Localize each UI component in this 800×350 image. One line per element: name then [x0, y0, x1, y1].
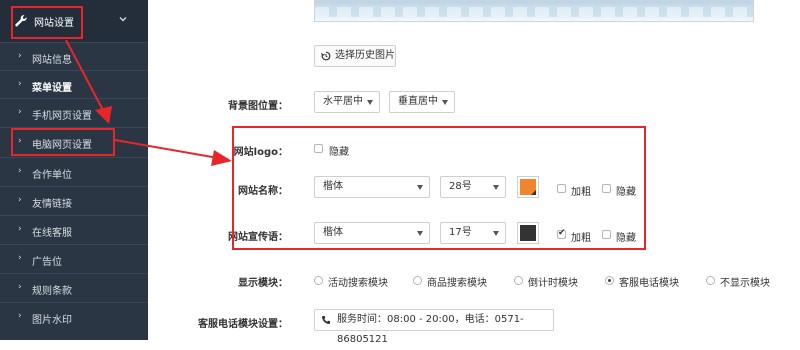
phone-icon: [322, 316, 330, 324]
logo-hide-label: 隐藏: [329, 147, 349, 158]
sidebar-item-terms[interactable]: › 规则条款: [0, 273, 148, 301]
bg-position-label: 背景图位置：: [228, 101, 288, 112]
module-radio-none[interactable]: [706, 276, 715, 285]
site-name-font-value: 楷体: [323, 181, 343, 192]
sidebar-item-partners[interactable]: › 合作单位: [0, 157, 148, 185]
site-name-color-picker[interactable]: [517, 176, 539, 198]
chevron-right-icon: ›: [18, 195, 22, 205]
sidebar-item-label: 友情链接: [32, 199, 72, 210]
sidebar-item-label: 规则条款: [32, 286, 72, 297]
site-slogan-label: 网站宣传语：: [228, 232, 288, 243]
chevron-right-icon: ›: [18, 224, 22, 234]
sidebar-item-label: 手机网页设置: [32, 111, 92, 122]
wrench-icon: [15, 15, 27, 27]
sidebar-item-site-info[interactable]: › 网站信息: [0, 42, 148, 70]
logo-hide-checkbox[interactable]: [314, 144, 323, 153]
sidebar-item-label: 广告位: [32, 257, 62, 268]
sidebar-header-site-settings[interactable]: 网站设置: [0, 0, 148, 42]
bg-vertical-value: 垂直居中: [398, 96, 438, 107]
sidebar-item-pc-settings[interactable]: › 电脑网页设置: [0, 127, 148, 155]
site-name-bold-checkbox[interactable]: [557, 184, 566, 193]
main-panel: 选择历史图片 背景图位置： 水平居中 垂直居中 网站logo： 隐藏 网站名称：…: [148, 0, 800, 345]
chevron-right-icon: ›: [18, 282, 22, 292]
module-radio-activity-search[interactable]: [314, 276, 323, 285]
site-slogan-color-swatch: [520, 225, 536, 241]
site-name-font-select[interactable]: 楷体: [314, 176, 430, 198]
logo-label: 网站logo：: [233, 147, 288, 158]
sidebar-item-label: 在线客服: [32, 228, 72, 239]
sidebar-item-online-service[interactable]: › 在线客服: [0, 215, 148, 243]
chevron-down-icon: [119, 17, 127, 22]
site-slogan-size-select[interactable]: 17号: [440, 222, 506, 244]
site-slogan-hide-checkbox[interactable]: [602, 230, 611, 239]
chevron-right-icon: ›: [18, 107, 22, 117]
chevron-right-icon: ›: [18, 79, 22, 89]
sidebar-item-watermark[interactable]: › 图片水印: [0, 302, 148, 330]
sidebar-item-label: 菜单设置: [32, 83, 72, 94]
sidebar-item-friend-links[interactable]: › 友情链接: [0, 186, 148, 214]
caret-down-icon: [493, 185, 499, 190]
site-name-bold-label: 加粗: [571, 187, 591, 198]
site-slogan-font-select[interactable]: 楷体: [314, 222, 430, 244]
caret-down-icon: [417, 231, 423, 236]
sidebar: 网站设置 › 网站信息 › 菜单设置 › 手机网页设置 › 电脑网页设置 › 合…: [0, 0, 148, 340]
chevron-right-icon: ›: [18, 253, 22, 263]
service-phone-label: 客服电话模块设置：: [198, 319, 288, 330]
service-phone-value: 服务时间：08:00 - 20:00，电话：0571-86805121: [337, 314, 524, 345]
module-option-label: 倒计时模块: [528, 278, 578, 289]
sidebar-item-label: 网站信息: [32, 55, 72, 66]
chevron-right-icon: ›: [18, 136, 22, 146]
site-name-hide-label: 隐藏: [616, 187, 636, 198]
chevron-right-icon: ›: [18, 166, 22, 176]
site-slogan-size-value: 17号: [449, 227, 472, 238]
site-name-size-value: 28号: [449, 181, 472, 192]
site-name-color-swatch: [520, 179, 536, 195]
module-option-label: 客服电话模块: [619, 278, 679, 289]
module-radio-service-phone[interactable]: [605, 276, 614, 285]
site-slogan-color-picker[interactable]: [517, 222, 539, 244]
sidebar-item-label: 电脑网页设置: [32, 140, 92, 151]
service-phone-input[interactable]: 服务时间：08:00 - 20:00，电话：0571-86805121: [314, 309, 554, 345]
caret-down-icon: [442, 100, 448, 105]
display-module-label: 显示模块：: [238, 278, 288, 289]
module-option-label: 不显示模块: [720, 278, 770, 289]
sidebar-item-menu-settings[interactable]: › 菜单设置: [0, 70, 148, 98]
site-name-size-select[interactable]: 28号: [440, 176, 506, 198]
caret-down-icon: [493, 231, 499, 236]
module-option-label: 活动搜索模块: [328, 278, 388, 289]
bg-horizontal-value: 水平居中: [323, 96, 363, 107]
site-name-label: 网站名称：: [238, 186, 288, 197]
sidebar-item-mobile-settings[interactable]: › 手机网页设置: [0, 98, 148, 126]
chevron-right-icon: ›: [18, 311, 22, 321]
site-slogan-bold-label: 加粗: [571, 233, 591, 244]
site-name-hide-checkbox[interactable]: [602, 184, 611, 193]
bg-vertical-select[interactable]: 垂直居中: [389, 91, 455, 113]
site-slogan-font-value: 楷体: [323, 227, 343, 238]
sidebar-header-label: 网站设置: [34, 18, 74, 29]
sidebar-item-label: 图片水印: [32, 315, 72, 326]
sidebar-item-label: 合作单位: [32, 170, 72, 181]
sidebar-item-ad-slots[interactable]: › 广告位: [0, 244, 148, 272]
chevron-right-icon: ›: [18, 51, 22, 61]
choose-history-image-button[interactable]: 选择历史图片: [314, 45, 396, 67]
background-image-preview: [314, 0, 754, 22]
choose-history-image-label: 选择历史图片: [335, 50, 395, 61]
module-radio-product-search[interactable]: [413, 276, 422, 285]
history-icon: [321, 51, 331, 61]
site-slogan-hide-label: 隐藏: [616, 233, 636, 244]
module-option-label: 商品搜索模块: [427, 278, 487, 289]
module-radio-countdown[interactable]: [514, 276, 523, 285]
bg-horizontal-select[interactable]: 水平居中: [314, 91, 380, 113]
site-slogan-bold-checkbox[interactable]: [557, 228, 566, 239]
caret-down-icon: [417, 185, 423, 190]
caret-down-icon: [367, 100, 373, 105]
